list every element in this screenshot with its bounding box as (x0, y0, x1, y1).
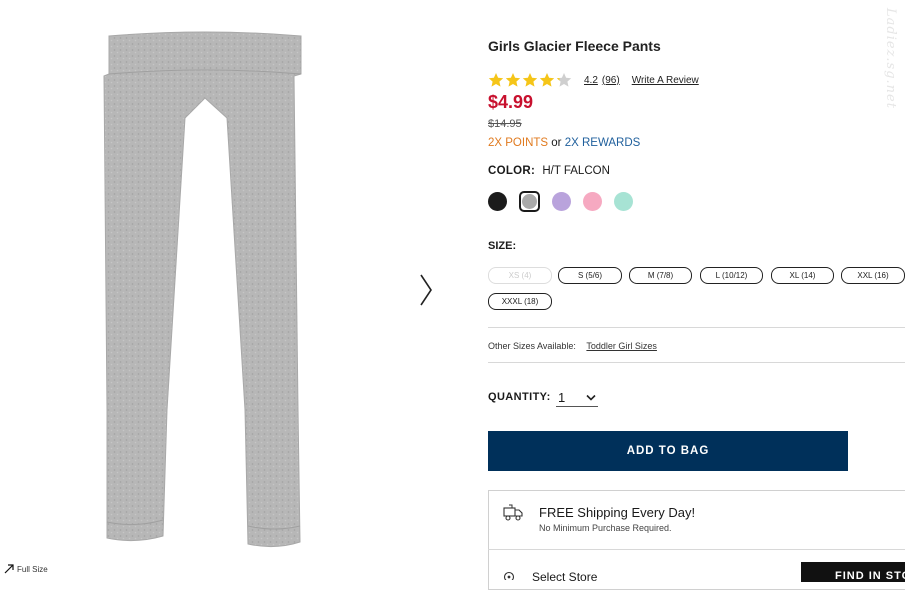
add-to-bag-button[interactable]: ADD TO BAG (488, 431, 848, 471)
rating-row: 4.2 (96) Write A Review (488, 72, 699, 88)
color-swatch[interactable] (583, 192, 602, 211)
shipping-title: FREE Shipping Every Day! (539, 505, 696, 520)
other-sizes: Other Sizes Available: Toddler Girl Size… (488, 341, 657, 351)
star-icon (505, 73, 521, 87)
color-swatch-selected[interactable] (519, 191, 540, 212)
rewards-line: 2X POINTS or 2X REWARDS (488, 137, 640, 149)
find-in-store-button[interactable]: FIND IN STORE (801, 562, 905, 582)
divider (488, 327, 905, 328)
divider (488, 549, 905, 550)
size-option[interactable]: L (10/12) (700, 267, 763, 284)
full-size-label: Full Size (17, 564, 48, 574)
color-label: COLOR: (488, 165, 536, 177)
color-swatch[interactable] (614, 192, 633, 211)
location-pin-icon (503, 571, 515, 580)
expand-icon (4, 564, 14, 574)
size-option[interactable]: XXXL (18) (488, 293, 552, 310)
color-swatch[interactable] (552, 192, 571, 211)
write-review-link[interactable]: Write A Review (632, 75, 699, 86)
size-option[interactable]: XL (14) (771, 267, 834, 284)
full-size-link[interactable]: Full Size (4, 564, 48, 574)
star-icon (556, 73, 572, 87)
rewards-or: or (551, 137, 562, 149)
star-rating (488, 72, 572, 88)
divider (488, 362, 905, 363)
points-text: 2X POINTS (488, 137, 549, 149)
quantity-select[interactable]: 1 (556, 388, 598, 407)
original-price: $14.95 (488, 118, 522, 130)
rating-value[interactable]: 4.2 (584, 75, 598, 86)
review-count[interactable]: (96) (602, 75, 620, 86)
shipping-subtitle: No Minimum Purchase Required. (539, 523, 672, 533)
size-option[interactable]: S (5/6) (558, 267, 622, 284)
size-option[interactable]: M (7/8) (629, 267, 692, 284)
star-icon (539, 73, 555, 87)
sale-price: $4.99 (488, 92, 534, 112)
select-store-link[interactable]: Select Store (532, 570, 597, 584)
toddler-sizes-link[interactable]: Toddler Girl Sizes (586, 341, 657, 351)
product-title: Girls Glacier Fleece Pants (488, 38, 661, 54)
truck-icon (503, 504, 523, 521)
product-image (103, 31, 302, 548)
watermark: Ladiez.sg.net (883, 8, 898, 109)
size-option[interactable]: XXL (16) (841, 267, 905, 284)
chevron-down-icon (586, 394, 596, 401)
color-value: H/T FALCON (542, 165, 610, 177)
star-icon (522, 73, 538, 87)
color-selection: COLOR: H/T FALCON (488, 165, 610, 177)
quantity-label: QUANTITY: (488, 391, 551, 403)
next-arrow-icon[interactable] (416, 272, 436, 308)
size-label: SIZE: (488, 240, 517, 252)
star-icon (488, 73, 504, 87)
other-sizes-label: Other Sizes Available: (488, 341, 576, 351)
color-swatches (488, 191, 645, 212)
color-swatch[interactable] (488, 192, 507, 211)
quantity-value: 1 (558, 389, 566, 405)
size-option: XS (4) (488, 267, 552, 284)
rewards-text: 2X REWARDS (564, 137, 641, 149)
